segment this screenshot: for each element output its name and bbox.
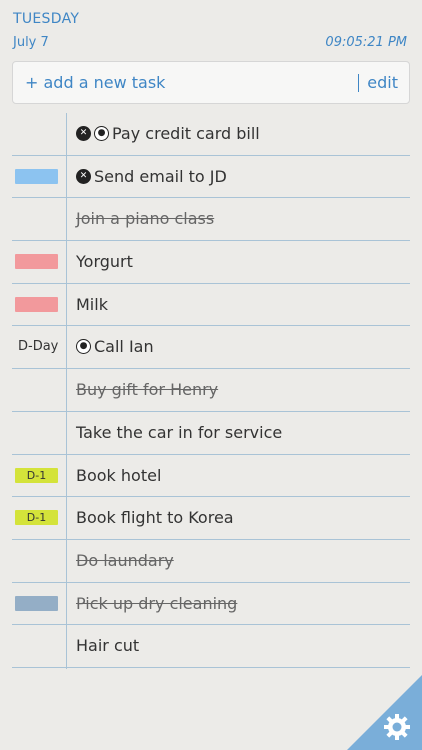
pin-icon: ✕: [76, 126, 91, 141]
task-item[interactable]: Book flight to Korea: [76, 508, 234, 527]
color-tag: [15, 296, 58, 312]
task-item[interactable]: Buy gift for Henry: [76, 380, 218, 399]
task-row[interactable]: Do laundary: [12, 540, 410, 583]
task-label: Yorgurt: [76, 252, 133, 272]
task-row[interactable]: Hair cut: [12, 625, 410, 668]
task-label: Take the car in for service: [76, 422, 283, 442]
task-label: Join a piano class: [76, 209, 215, 229]
pin-icon: ✕: [76, 168, 91, 184]
task-row[interactable]: ✕ ● Pay credit card bill: [12, 113, 410, 156]
task-item[interactable]: Book hotel: [76, 466, 161, 485]
task-item[interactable]: Take the car in for service: [76, 423, 282, 442]
add-task-button[interactable]: + add a new task: [25, 73, 165, 92]
task-row[interactable]: D-1 Book flight to Korea: [12, 497, 410, 540]
task-row[interactable]: Yorgurt: [12, 241, 410, 284]
task-row[interactable]: ✕ Send email to JD: [12, 156, 410, 199]
color-tag: [15, 595, 58, 611]
task-item[interactable]: Milk: [76, 295, 108, 314]
task-item[interactable]: ✕ Send email to JD: [76, 167, 227, 186]
task-item[interactable]: Yorgurt: [76, 252, 133, 271]
task-item[interactable]: Hair cut: [76, 636, 139, 655]
task-label: Hair cut: [76, 636, 140, 656]
task-row[interactable]: Join a piano class: [12, 198, 410, 242]
task-list: ✕ ● Pay credit card bill ✕ Send email to JD J…: [12, 113, 410, 668]
task-label: Buy gift for Henry: [76, 380, 219, 400]
time-label: 09:05:21 PM: [325, 35, 407, 50]
color-tag: [15, 168, 58, 184]
task-row[interactable]: Buy gift for Henry: [12, 369, 410, 412]
task-label: Do laundary: [76, 550, 174, 570]
color-tag: [15, 254, 58, 270]
task-item[interactable]: Join a piano class: [76, 209, 214, 228]
edit-button[interactable]: edit: [367, 73, 398, 92]
add-task-bar: + add a new task edit: [12, 61, 410, 104]
header: TUESDAY July 7 09:05:21 PM: [0, 0, 422, 58]
task-row[interactable]: Take the car in for service: [12, 412, 410, 455]
task-item[interactable]: ● Call Ian: [76, 337, 154, 356]
task-label: Book flight to Korea: [76, 508, 234, 528]
task-label: Call Ian: [94, 337, 154, 357]
task-row[interactable]: Pick up dry cleaning: [12, 583, 410, 626]
alarm-icon: ●: [76, 339, 91, 355]
task-label: Pick up dry cleaning: [76, 593, 238, 613]
day-label: TUESDAY: [13, 11, 80, 27]
dday-label: D-Day: [18, 339, 59, 355]
task-row[interactable]: D-1 Book hotel: [12, 455, 410, 498]
separator: [358, 74, 359, 92]
date-label: July 7: [13, 35, 49, 50]
task-label: Send email to JD: [94, 166, 227, 186]
gear-icon[interactable]: [382, 712, 412, 742]
color-tag: D-1: [15, 510, 58, 526]
task-item[interactable]: Do laundary: [76, 551, 174, 570]
task-label: Pay credit card bill: [112, 124, 260, 143]
task-label: Milk: [76, 294, 108, 314]
task-label: Book hotel: [76, 465, 162, 485]
task-item[interactable]: Pick up dry cleaning: [76, 594, 237, 613]
task-row[interactable]: D-Day ● Call Ian: [12, 326, 410, 370]
color-tag: D-1: [15, 467, 58, 483]
task-row[interactable]: Milk: [12, 284, 410, 327]
alarm-icon: ●: [94, 126, 109, 141]
task-item[interactable]: ✕ ● Pay credit card bill: [76, 124, 260, 143]
